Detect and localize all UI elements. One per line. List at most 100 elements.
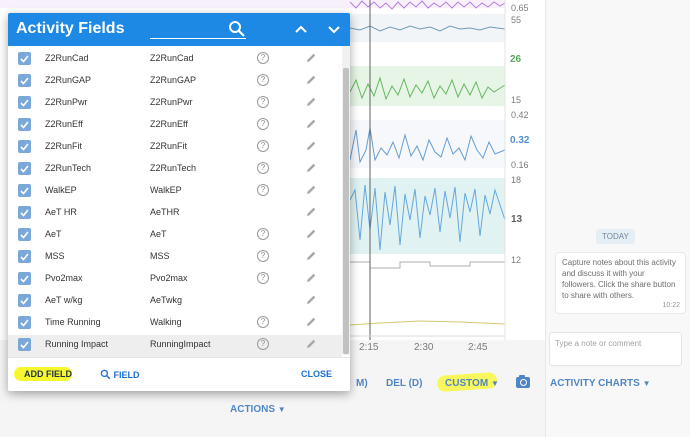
field-name: Z2RunPwr <box>45 97 88 107</box>
field-name: Time Running <box>45 317 101 327</box>
field-button-label: FIELD <box>113 370 140 380</box>
field-name: MSS <box>45 251 65 261</box>
field-code: Pvo2max <box>150 273 188 283</box>
help-icon[interactable]: ? <box>257 162 269 174</box>
field-row[interactable]: Pvo2max Pvo2max? <box>8 269 342 291</box>
field-code: Walking <box>150 317 182 327</box>
pencil-icon <box>307 119 316 128</box>
close-button[interactable]: CLOSE <box>301 369 332 379</box>
edit-pencil-icon[interactable] <box>304 73 318 87</box>
field-checkbox[interactable] <box>18 228 31 241</box>
help-icon[interactable]: ? <box>257 96 269 108</box>
field-name: Pvo2max <box>45 273 83 283</box>
edit-pencil-icon[interactable] <box>304 227 318 241</box>
add-field-button[interactable]: ADD FIELD <box>24 369 72 379</box>
field-name: AeT <box>45 229 62 239</box>
pencil-icon <box>307 97 316 106</box>
chevron-down-icon[interactable] <box>324 19 344 39</box>
field-checkbox[interactable] <box>18 52 31 65</box>
help-icon[interactable]: ? <box>257 118 269 130</box>
edit-pencil-icon[interactable] <box>304 315 318 329</box>
checkmark-icon <box>20 209 29 217</box>
field-row[interactable]: MSS MSS? <box>8 247 342 269</box>
search-icon <box>100 369 111 380</box>
field-checkbox[interactable] <box>18 250 31 263</box>
field-row[interactable]: Z2RunTech Z2RunTech? <box>8 159 342 181</box>
field-row[interactable]: Running Impact RunningImpact? <box>8 335 342 357</box>
pencil-icon <box>307 339 316 348</box>
help-icon[interactable]: ? <box>257 338 269 350</box>
field-row[interactable]: Z2RunPwr Z2RunPwr? <box>8 93 342 115</box>
field-code: Z2RunCad <box>150 53 194 63</box>
help-icon[interactable]: ? <box>257 52 269 64</box>
checkmark-icon <box>20 253 29 261</box>
field-checkbox[interactable] <box>18 162 31 175</box>
field-checkbox[interactable] <box>18 140 31 153</box>
field-name: Z2RunGAP <box>45 75 92 85</box>
dialog-divider <box>8 357 350 358</box>
edit-pencil-icon[interactable] <box>304 183 318 197</box>
field-code: Z2RunPwr <box>150 97 193 107</box>
field-list: Z2RunCad Z2RunCad? Z2RunGAP Z2RunGAP? Z2RunP… <box>8 46 350 357</box>
help-icon[interactable]: ? <box>257 140 269 152</box>
help-icon[interactable]: ? <box>257 74 269 86</box>
search-field-button[interactable]: FIELD <box>100 369 140 380</box>
field-checkbox[interactable] <box>18 74 31 87</box>
help-icon[interactable]: ? <box>257 316 269 328</box>
pencil-icon <box>307 53 316 62</box>
edit-pencil-icon[interactable] <box>304 51 318 65</box>
edit-pencil-icon[interactable] <box>304 337 318 351</box>
pencil-icon <box>307 141 316 150</box>
field-row[interactable]: Time Running Walking? <box>8 313 342 335</box>
field-checkbox[interactable] <box>18 338 31 351</box>
edit-pencil-icon[interactable] <box>304 161 318 175</box>
help-icon[interactable]: ? <box>257 272 269 284</box>
edit-pencil-icon[interactable] <box>304 293 318 307</box>
edit-pencil-icon[interactable] <box>304 271 318 285</box>
field-name: Z2RunCad <box>45 53 89 63</box>
help-icon[interactable]: ? <box>257 228 269 240</box>
checkmark-icon <box>20 121 29 129</box>
checkmark-icon <box>20 143 29 151</box>
field-code: Z2RunFit <box>150 141 188 151</box>
field-row[interactable]: Z2RunCad Z2RunCad? <box>8 49 342 71</box>
pencil-icon <box>307 229 316 238</box>
field-row[interactable]: AeT HR AeTHR <box>8 203 342 225</box>
field-code: Z2RunTech <box>150 163 197 173</box>
field-row[interactable]: WalkEP WalkEP? <box>8 181 342 203</box>
field-row[interactable]: Z2RunEff Z2RunEff? <box>8 115 342 137</box>
field-name: AeT w/kg <box>45 295 83 305</box>
field-checkbox[interactable] <box>18 294 31 307</box>
field-code: Z2RunEff <box>150 119 188 129</box>
chevron-up-icon[interactable] <box>291 19 311 39</box>
checkmark-icon <box>20 77 29 85</box>
scrollbar-thumb[interactable] <box>343 68 349 354</box>
activity-fields-dialog: Activity Fields Z2RunCad Z2RunCad? Z2RunGA… <box>8 13 350 391</box>
field-row[interactable]: AeT w/kg AeTwkg <box>8 291 342 313</box>
help-icon[interactable]: ? <box>257 250 269 262</box>
help-icon[interactable]: ? <box>257 184 269 196</box>
pencil-icon <box>307 207 316 216</box>
field-checkbox[interactable] <box>18 206 31 219</box>
field-row[interactable]: Z2RunGAP Z2RunGAP? <box>8 71 342 93</box>
field-row[interactable]: AeT AeT? <box>8 225 342 247</box>
search-icon[interactable] <box>227 19 247 39</box>
edit-pencil-icon[interactable] <box>304 117 318 131</box>
field-checkbox[interactable] <box>18 184 31 197</box>
field-checkbox[interactable] <box>18 316 31 329</box>
edit-pencil-icon[interactable] <box>304 205 318 219</box>
field-checkbox[interactable] <box>18 272 31 285</box>
checkmark-icon <box>20 297 29 305</box>
field-checkbox[interactable] <box>18 96 31 109</box>
pencil-icon <box>307 185 316 194</box>
pencil-icon <box>307 163 316 172</box>
field-name: WalkEP <box>45 185 77 195</box>
edit-pencil-icon[interactable] <box>304 95 318 109</box>
field-code: MSS <box>150 251 170 261</box>
edit-pencil-icon[interactable] <box>304 249 318 263</box>
field-checkbox[interactable] <box>18 118 31 131</box>
pencil-icon <box>307 295 316 304</box>
field-name: Z2RunFit <box>45 141 83 151</box>
edit-pencil-icon[interactable] <box>304 139 318 153</box>
field-row[interactable]: Z2RunFit Z2RunFit? <box>8 137 342 159</box>
